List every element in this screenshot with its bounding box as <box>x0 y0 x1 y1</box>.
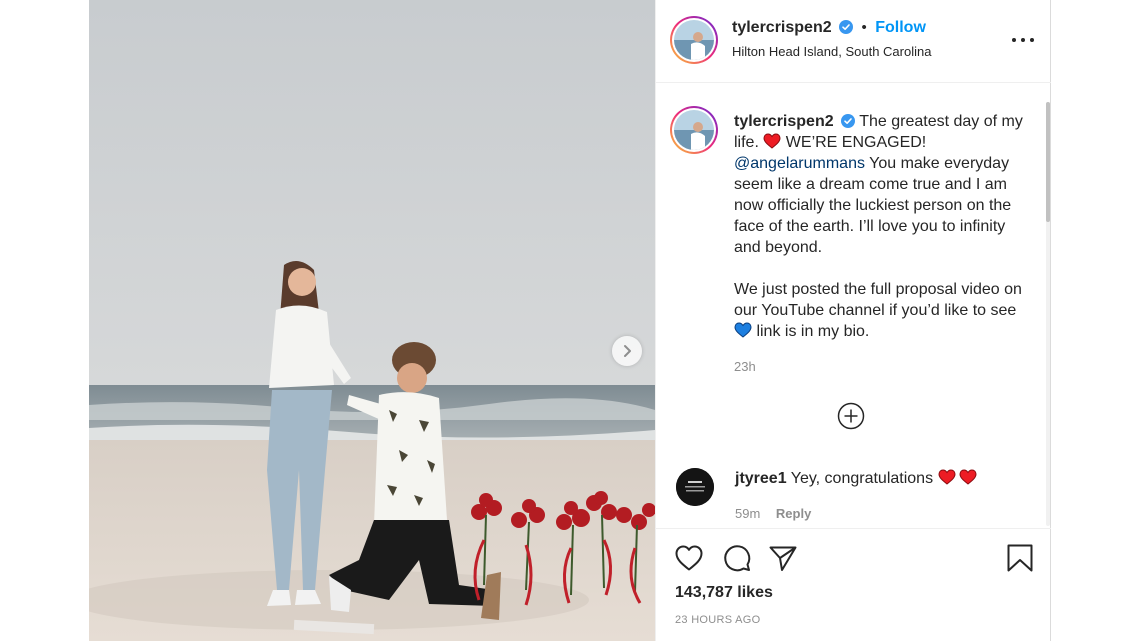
caption-avatar-image <box>674 110 714 150</box>
chevron-right-icon <box>624 345 631 357</box>
author-avatar-image <box>674 20 714 60</box>
caption-text-4: We just posted the full proposal video o… <box>734 281 1022 319</box>
caption-author-avatar[interactable] <box>670 106 718 154</box>
caption-time[interactable]: 23h <box>734 359 756 374</box>
comment-body: jtyree1 Yey, congratulations <box>735 469 978 488</box>
heart-outline-icon[interactable] <box>674 544 704 572</box>
post-photo[interactable] <box>89 0 655 641</box>
blue-heart-emoji-icon <box>734 322 752 338</box>
post-location[interactable]: Hilton Head Island, South Carolina <box>732 44 931 59</box>
separator-dot: • <box>861 19 867 36</box>
reply-button[interactable]: Reply <box>776 506 811 521</box>
post-caption: tylercrispen2 The greatest day of my lif… <box>734 111 1034 342</box>
scrollbar-thumb[interactable] <box>1046 102 1050 222</box>
caption-mention-link[interactable]: @angelarummans <box>734 155 865 172</box>
post-side-panel: tylercrispen2 • Follow Hilton Head Islan… <box>655 0 1051 641</box>
red-heart-emoji-icon <box>938 469 956 485</box>
verified-badge-icon <box>841 114 856 128</box>
caption-text-5: link is in my bio. <box>752 323 870 340</box>
more-options-icon[interactable] <box>1012 30 1034 50</box>
load-more-comments-button[interactable] <box>837 402 865 430</box>
post-actions: 143,787 likes 23 HOURS AGO <box>656 528 1051 641</box>
load-more-comments-icon <box>837 402 865 430</box>
comment-bubble-icon[interactable] <box>722 543 752 573</box>
caption-text-2: WE’RE ENGAGED! <box>781 134 927 151</box>
red-heart-emoji-icon <box>763 133 781 149</box>
paper-plane-icon[interactable] <box>768 543 798 573</box>
comment-text: Yey, congratulations <box>786 470 938 487</box>
beach-proposal-image <box>89 0 655 641</box>
commenter-avatar-image <box>676 468 714 506</box>
next-photo-button[interactable] <box>612 336 642 366</box>
author-username[interactable]: tylercrispen2 <box>732 19 832 36</box>
likes-count[interactable]: 143,787 likes <box>675 584 773 602</box>
author-avatar[interactable] <box>670 16 718 64</box>
post-timestamp[interactable]: 23 HOURS AGO <box>675 614 761 626</box>
commenter-username[interactable]: jtyree1 <box>735 470 787 487</box>
follow-button[interactable]: Follow <box>875 19 926 36</box>
commenter-avatar[interactable] <box>676 468 714 506</box>
red-heart-emoji-icon <box>959 469 977 485</box>
post-header: tylercrispen2 • Follow Hilton Head Islan… <box>656 0 1051 83</box>
comment-time[interactable]: 59m <box>735 506 760 521</box>
comments-list[interactable]: tylercrispen2 The greatest day of my lif… <box>656 84 1051 528</box>
caption-username[interactable]: tylercrispen2 <box>734 113 834 130</box>
comment-meta: 59m Reply <box>735 506 811 521</box>
verified-badge-icon <box>839 20 854 34</box>
bookmark-icon[interactable] <box>1006 543 1034 573</box>
